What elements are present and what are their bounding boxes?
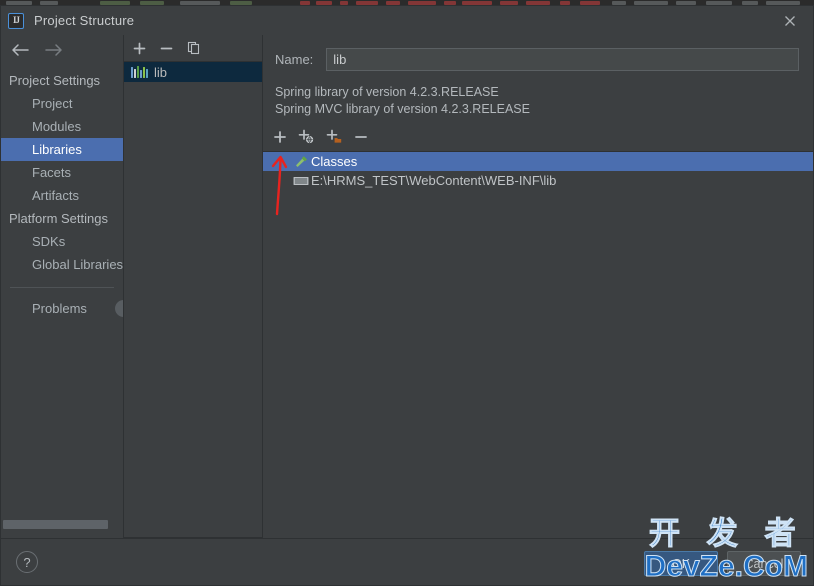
sidebar-group-label: Project Settings (9, 73, 101, 88)
ok-button-label: OK (671, 556, 691, 571)
remove-root-button[interactable] (354, 130, 368, 144)
sidebar-item-label: Modules (32, 119, 82, 134)
arrow-right-icon[interactable] (44, 43, 64, 57)
arrow-left-icon[interactable] (10, 43, 30, 57)
plus-icon (133, 42, 146, 54)
library-description: Spring library of version 4.2.3.RELEASE … (275, 84, 813, 118)
plus-folder-icon (326, 129, 342, 143)
sidebar-item-label: Libraries (32, 142, 82, 157)
sidebar-group-label: Platform Settings (9, 211, 108, 226)
footer-actions: OK Cancel (644, 551, 801, 576)
add-maven-root-button[interactable] (298, 129, 315, 144)
scrollbar-thumb[interactable] (3, 520, 108, 529)
library-list-panel: lib (124, 35, 263, 538)
sidebar-item-label: SDKs (32, 234, 66, 249)
tree-row-label: Classes (311, 154, 358, 169)
library-list: lib (124, 61, 262, 538)
sidebar-item-sdks[interactable]: SDKs (1, 230, 123, 253)
add-directory-root-button[interactable] (326, 129, 343, 144)
settings-sidebar: Project Settings Project Modules Librari… (1, 35, 124, 538)
library-list-toolbar (124, 35, 262, 61)
minus-icon (355, 135, 367, 138)
copy-library-button[interactable] (187, 41, 201, 55)
dialog-body: Project Settings Project Modules Librari… (1, 35, 813, 538)
library-description-line-2: Spring MVC library of version 4.2.3.RELE… (275, 102, 530, 116)
dialog-titlebar: IJ Project Structure (1, 6, 813, 35)
sidebar-item-label: Facets (32, 165, 72, 180)
sidebar-divider (10, 287, 114, 288)
dialog-footer: ? OK Cancel (1, 538, 813, 585)
tree-row-classes[interactable]: Classes (263, 152, 813, 171)
library-name-input[interactable] (326, 48, 799, 71)
hammer-icon (291, 154, 311, 169)
tree-row-lib-path[interactable]: E:\HRMS_TEST\WebContent\WEB-INF\lib (263, 171, 813, 190)
jar-archive-icon (291, 174, 311, 188)
cancel-button[interactable]: Cancel (727, 551, 801, 576)
sidebar-item-modules[interactable]: Modules (1, 115, 123, 138)
problems-count-badge-icon (115, 300, 123, 317)
close-icon (785, 15, 795, 26)
sidebar-item-label: Problems (32, 301, 87, 316)
add-library-button[interactable] (133, 42, 146, 55)
library-detail-panel: Name: Spring library of version 4.2.3.RE… (263, 35, 813, 538)
library-name-row: Name: (275, 48, 799, 71)
help-button-label: ? (23, 554, 31, 570)
intellij-idea-logo-icon: IJ (8, 12, 24, 29)
sidebar-item-list: Project Settings Project Modules Librari… (1, 65, 123, 538)
copy-icon (187, 41, 200, 55)
sidebar-item-project[interactable]: Project (1, 92, 123, 115)
sidebar-horizontal-scrollbar[interactable] (1, 519, 123, 530)
plus-icon (274, 130, 286, 143)
sidebar-item-libraries[interactable]: Libraries (1, 138, 123, 161)
sidebar-item-label: Artifacts (32, 188, 79, 203)
screenshot-root: IJ Project Structure Project Settings Pr… (0, 0, 814, 586)
add-root-button[interactable] (273, 130, 287, 144)
sidebar-nav-arrows (1, 35, 123, 65)
remove-library-button[interactable] (160, 42, 173, 55)
cancel-button-label: Cancel (744, 556, 784, 571)
sidebar-group-platform-settings: Platform Settings (1, 207, 123, 230)
sidebar-group-project-settings: Project Settings (1, 69, 123, 92)
plus-globe-icon (298, 129, 314, 144)
sidebar-item-global-libraries[interactable]: Global Libraries (1, 253, 123, 276)
project-structure-dialog: IJ Project Structure Project Settings Pr… (0, 5, 814, 586)
minus-icon (160, 47, 173, 49)
tree-row-label: E:\HRMS_TEST\WebContent\WEB-INF\lib (311, 173, 557, 188)
dialog-title: Project Structure (34, 13, 135, 28)
library-roots-toolbar (273, 125, 813, 148)
library-list-item-label: lib (154, 64, 168, 80)
library-books-icon (131, 66, 148, 78)
library-name-label: Name: (275, 52, 314, 67)
close-button[interactable] (767, 6, 813, 35)
sidebar-item-label: Global Libraries (32, 257, 123, 272)
help-button[interactable]: ? (16, 551, 38, 573)
sidebar-item-artifacts[interactable]: Artifacts (1, 184, 123, 207)
sidebar-item-label: Project (32, 96, 73, 111)
sidebar-item-problems[interactable]: Problems (1, 297, 123, 320)
ok-button[interactable]: OK (644, 551, 718, 576)
sidebar-item-facets[interactable]: Facets (1, 161, 123, 184)
library-list-item-lib[interactable]: lib (124, 62, 262, 82)
library-roots-tree: Classes E:\HRMS_TEST\WebContent\WEB-INF\… (263, 151, 813, 538)
library-description-line-1: Spring library of version 4.2.3.RELEASE (275, 85, 499, 99)
